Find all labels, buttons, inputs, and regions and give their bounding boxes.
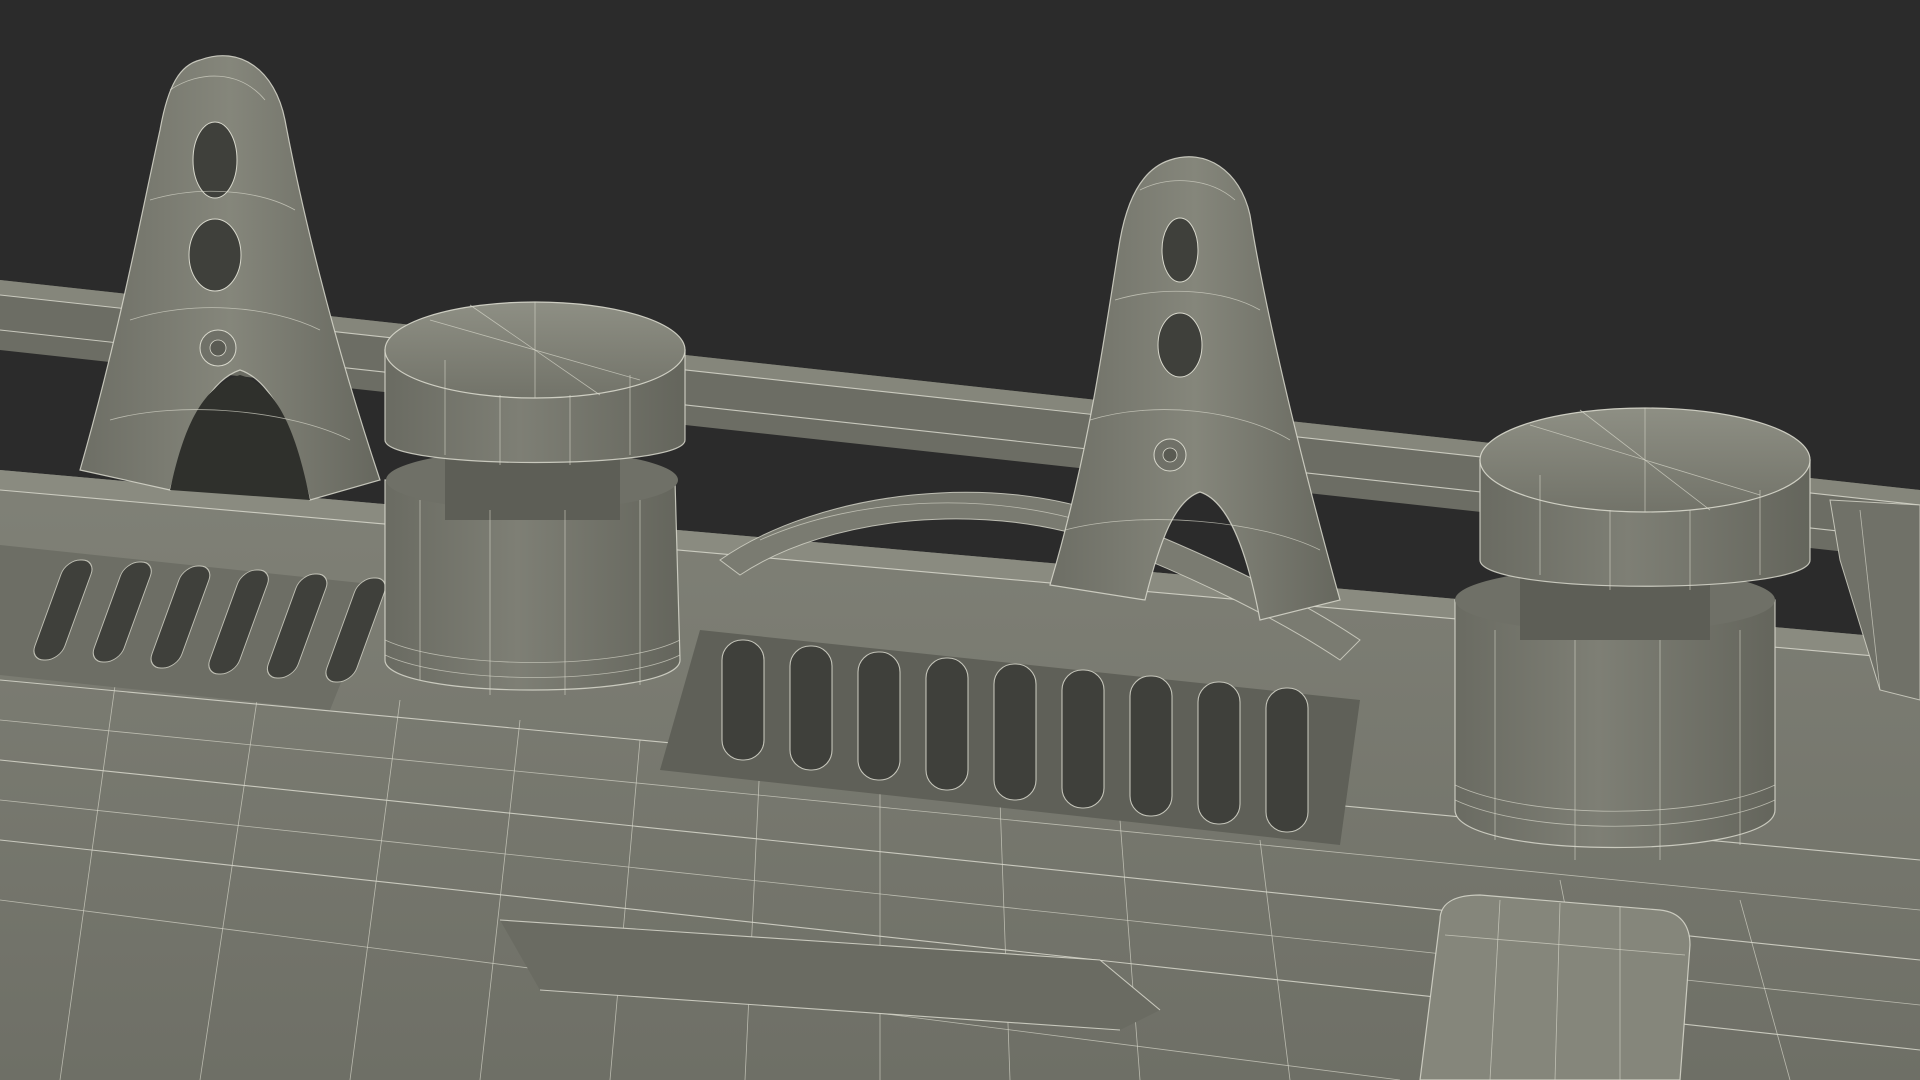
front-handle-block bbox=[1419, 894, 1691, 1080]
scene-render bbox=[0, 0, 1920, 1080]
left-terminal-knob bbox=[384, 301, 686, 695]
right-terminal-knob bbox=[1454, 407, 1811, 860]
